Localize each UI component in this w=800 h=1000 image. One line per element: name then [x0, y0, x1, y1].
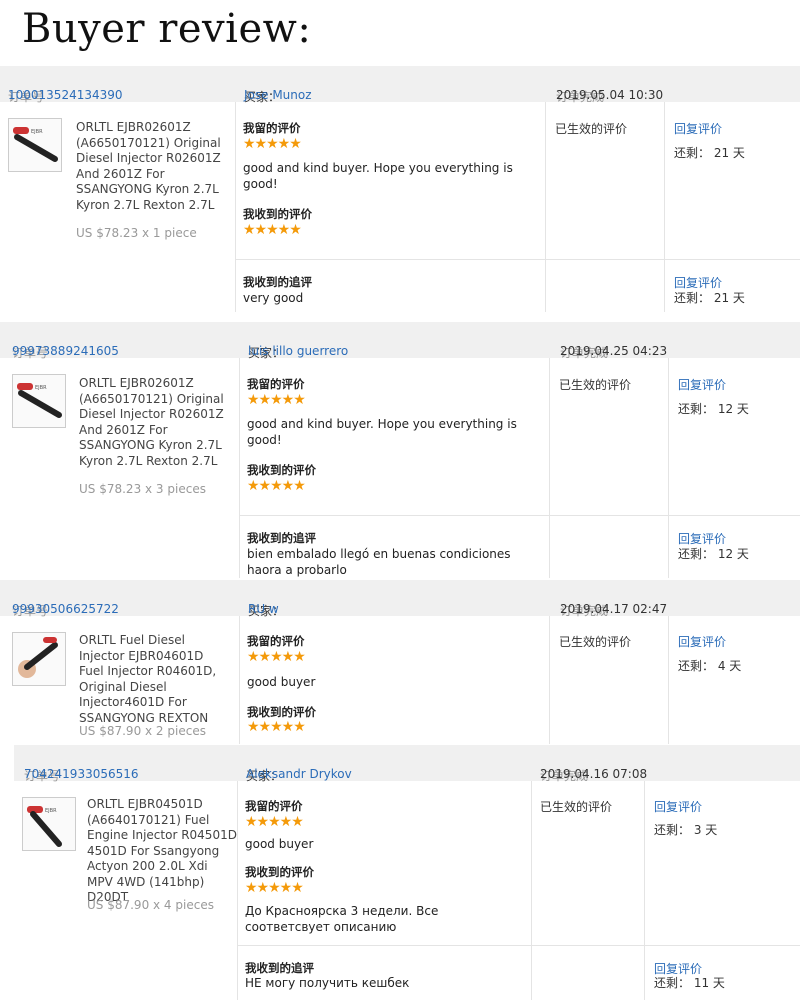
- followup-remaining: 还剩： 12 天: [678, 545, 749, 562]
- buyer-name-link[interactable]: RU w: [248, 602, 279, 616]
- product-name-link[interactable]: ORLTL EJBR02601Z (A6650170121) Original …: [76, 120, 226, 213]
- injector-thumbnail-icon[interactable]: [12, 632, 66, 686]
- remaining-label: 还剩：: [674, 146, 711, 160]
- left-review-label: 我留的评价: [245, 799, 303, 813]
- order-card: 订单号 99930506625722 买家： RU w 订单完成 2019.04…: [0, 580, 800, 744]
- effective-review-label: 已生效的评价: [555, 122, 628, 136]
- remaining-days: 3 天: [693, 823, 718, 837]
- order-done-time: 2019.04.16 07:08: [540, 767, 648, 781]
- followup-text: bien embalado llegó en buenas condicione…: [247, 547, 511, 577]
- price: US $78.23 x 1 piece: [76, 226, 197, 240]
- remaining-label: 还剩：: [678, 547, 715, 561]
- reply-review-link[interactable]: 回复评价: [674, 120, 722, 137]
- left-review-stars: ★★★★★: [247, 392, 306, 408]
- received-review-label: 我收到的评价: [243, 207, 312, 221]
- reply-review-link[interactable]: 回复评价: [678, 376, 726, 393]
- injector-thumbnail-icon[interactable]: EJBR: [12, 374, 66, 428]
- left-review-stars: ★★★★★: [247, 649, 306, 665]
- svg-text:EJBR: EJBR: [31, 129, 43, 135]
- followup-remaining: 还剩： 21 天: [674, 289, 745, 306]
- reply-review-link[interactable]: 回复评价: [654, 798, 702, 815]
- left-review-text: good and kind buyer. Hope you everything…: [247, 417, 517, 447]
- buyer-name-link[interactable]: Jose Munoz: [244, 88, 312, 102]
- remaining-time: 还剩： 3 天: [654, 821, 717, 838]
- remaining-days: 12 天: [717, 402, 749, 416]
- followup-label: 我收到的追评: [243, 275, 312, 289]
- remaining-days: 4 天: [717, 659, 742, 673]
- order-done-time: 2019.05.04 10:30: [556, 88, 664, 102]
- received-review-stars: ★★★★★: [247, 719, 306, 735]
- product-name-link[interactable]: ORLTL EJBR02601Z (A6650170121) Original …: [79, 376, 229, 469]
- order-done-time: 2019.04.17 02:47: [560, 602, 668, 616]
- received-review-stars: ★★★★★: [245, 880, 304, 896]
- price: US $78.23 x 3 pieces: [79, 482, 206, 496]
- remaining-days: 12 天: [717, 547, 749, 561]
- order-done-time: 2019.04.25 04:23: [560, 344, 668, 358]
- remaining-label: 还剩：: [654, 976, 691, 990]
- order-header: 订单号 704241933056516 买家： Aleksandr Drykov…: [14, 745, 800, 783]
- left-review-text: good buyer: [245, 837, 314, 851]
- effective-review-label: 已生效的评价: [559, 635, 632, 649]
- remaining-time: 还剩： 21 天: [674, 144, 745, 161]
- page-title: Buyer review:: [22, 6, 312, 52]
- received-review-label: 我收到的评价: [247, 705, 316, 719]
- order-id-link[interactable]: 99973889241605: [12, 344, 119, 358]
- received-review-label: 我收到的评价: [245, 865, 314, 879]
- order-card: 订单号 99973889241605 买家： luis lillo guerre…: [0, 322, 800, 578]
- injector-thumbnail-icon[interactable]: EJBR: [8, 118, 62, 172]
- followup-label: 我收到的追评: [245, 961, 314, 975]
- received-review-label: 我收到的评价: [247, 463, 316, 477]
- left-review-label: 我留的评价: [247, 634, 305, 648]
- buyer-name-link[interactable]: Aleksandr Drykov: [246, 767, 352, 781]
- remaining-label: 还剩：: [678, 659, 715, 673]
- price: US $87.90 x 4 pieces: [87, 898, 214, 912]
- remaining-label: 还剩：: [678, 402, 715, 416]
- remaining-label: 还剩：: [674, 291, 711, 305]
- order-id-link[interactable]: 100013524134390: [8, 88, 123, 102]
- followup-remaining: 还剩： 11 天: [654, 974, 725, 991]
- received-review-text: До Красноярска 3 недели. Все соответсвуе…: [245, 904, 439, 934]
- received-review-stars: ★★★★★: [243, 222, 302, 238]
- remaining-time: 还剩： 12 天: [678, 400, 749, 417]
- remaining-days: 11 天: [693, 976, 725, 990]
- effective-review-label: 已生效的评价: [540, 800, 613, 814]
- left-review-stars: ★★★★★: [243, 136, 302, 152]
- remaining-days: 21 天: [713, 291, 745, 305]
- remaining-days: 21 天: [713, 146, 745, 160]
- svg-text:EJBR: EJBR: [45, 808, 57, 814]
- product-name-link[interactable]: ORLTL EJBR04501D (A6640170121) Fuel Engi…: [87, 797, 237, 906]
- reply-review-link[interactable]: 回复评价: [678, 633, 726, 650]
- effective-review-label: 已生效的评价: [559, 378, 632, 392]
- left-review-label: 我留的评价: [247, 377, 305, 391]
- remaining-time: 还剩： 4 天: [678, 657, 741, 674]
- followup-label: 我收到的追评: [247, 531, 316, 545]
- order-id-link[interactable]: 99930506625722: [12, 602, 119, 616]
- product-name-link[interactable]: ORLTL Fuel Diesel Injector EJBR04601D Fu…: [79, 633, 229, 726]
- svg-text:EJBR: EJBR: [35, 385, 47, 391]
- followup-text: НЕ могу получить кешбек: [245, 976, 410, 990]
- order-card: 订单号 100013524134390 买家： Jose Munoz 订单完成 …: [0, 66, 800, 312]
- received-review-stars: ★★★★★: [247, 478, 306, 494]
- remaining-label: 还剩：: [654, 823, 691, 837]
- left-review-label: 我留的评价: [243, 121, 301, 135]
- left-review-text: good buyer: [247, 675, 316, 689]
- left-review-stars: ★★★★★: [245, 814, 304, 830]
- order-header: 订单号 99973889241605 买家： luis lillo guerre…: [0, 322, 800, 360]
- order-id-link[interactable]: 704241933056516: [24, 767, 139, 781]
- left-review-text: good and kind buyer. Hope you everything…: [243, 161, 513, 191]
- price: US $87.90 x 2 pieces: [79, 724, 206, 738]
- order-header: 订单号 99930506625722 买家： RU w 订单完成 2019.04…: [0, 580, 800, 618]
- followup-text: very good: [243, 291, 304, 305]
- order-header: 订单号 100013524134390 买家： Jose Munoz 订单完成 …: [0, 66, 800, 104]
- buyer-name-link[interactable]: luis lillo guerrero: [248, 344, 348, 358]
- injector-thumbnail-icon[interactable]: EJBR: [22, 797, 76, 851]
- order-card: 订单号 704241933056516 买家： Aleksandr Drykov…: [0, 745, 800, 1000]
